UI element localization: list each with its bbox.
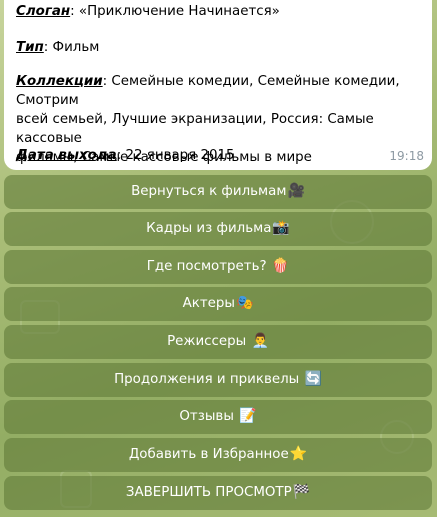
message-time: 19:18: [389, 149, 424, 163]
movie-stills-button[interactable]: Кадры из фильма📸: [4, 212, 432, 246]
add-to-favorites-button[interactable]: Добавить в Избранное⭐: [4, 438, 432, 472]
button-label: Вернуться к фильмам: [131, 184, 287, 199]
reviews-button[interactable]: Отзывы 📝: [4, 400, 432, 434]
checkered-flag-icon: 🏁: [292, 484, 311, 500]
star-icon: ⭐: [289, 446, 308, 462]
button-label: Добавить в Избранное: [128, 447, 289, 462]
release-line: Дата выхода: 22 января 2015: [16, 146, 422, 165]
message-bubble: Слоган: «Приключение Начинается» Тип: Фи…: [4, 0, 432, 170]
man-technologist-icon: 👨‍💼: [251, 333, 269, 349]
button-label: Актеры: [182, 296, 235, 311]
finish-viewing-button[interactable]: ЗАВЕРШИТЬ ПРОСМОТР🏁: [4, 476, 432, 510]
directors-button[interactable]: Режиссеры 👨‍💼: [4, 325, 432, 359]
slogan-value: : «Приключение Начинается»: [70, 4, 280, 19]
collections-label: Коллекции: [16, 74, 103, 89]
type-line: Тип: Фильм: [16, 38, 422, 57]
release-label: Дата выхода: [16, 148, 117, 163]
release-value: : 22 января 2015: [116, 148, 235, 163]
slogan-line: Слоган: «Приключение Начинается»: [16, 2, 422, 21]
collections-line-2: всей семьей, Лучшие экранизации, Россия:…: [16, 112, 374, 146]
camera-flash-icon: 📸: [272, 220, 290, 236]
button-label: ЗАВЕРШИТЬ ПРОСМОТР: [125, 485, 292, 500]
sequels-prequels-button[interactable]: Продолжения и приквелы 🔄: [4, 363, 432, 397]
memo-icon: 📝: [239, 408, 257, 424]
popcorn-icon: 🍿: [271, 258, 290, 274]
theater-masks-icon: 🎭: [235, 295, 254, 311]
button-label: Отзывы: [179, 409, 239, 424]
slogan-label: Слоган: [16, 4, 71, 19]
type-value: : Фильм: [43, 40, 100, 55]
type-label: Тип: [16, 40, 44, 55]
actors-button[interactable]: Актеры🎭: [4, 287, 432, 321]
button-label: Кадры из фильма: [146, 221, 272, 236]
button-label: Режиссеры: [167, 334, 251, 349]
movie-camera-icon: 🎥: [287, 183, 305, 199]
refresh-arrows-icon: 🔄: [304, 371, 322, 387]
button-label: Продолжения и приквелы: [114, 372, 304, 387]
button-label: Где посмотреть?: [146, 259, 271, 274]
back-to-movies-button[interactable]: Вернуться к фильмам🎥: [4, 175, 432, 209]
where-to-watch-button[interactable]: Где посмотреть? 🍿: [4, 250, 432, 284]
